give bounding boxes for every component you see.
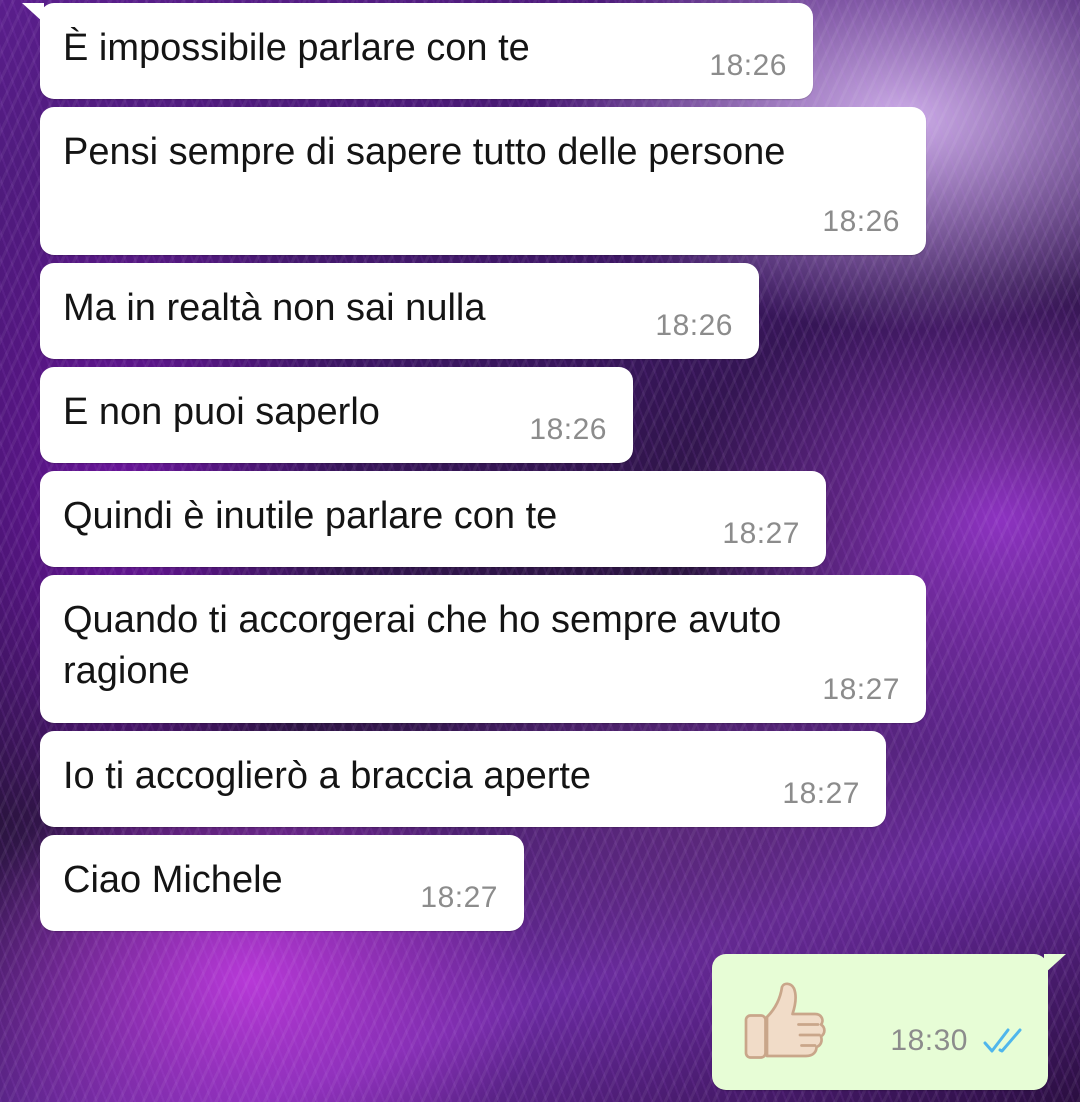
incoming-message[interactable]: Pensi sempre di sapere tutto delle perso…: [40, 107, 926, 255]
message-time: 18:26: [709, 49, 787, 82]
message-text: Pensi sempre di sapere tutto delle perso…: [63, 131, 786, 173]
message-time: 18:30: [890, 1024, 968, 1057]
incoming-message[interactable]: Quindi è inutile parlare con te 18:27: [40, 471, 826, 567]
message-time: 18:27: [420, 881, 498, 914]
message-time: 18:26: [655, 309, 733, 342]
outgoing-message[interactable]: 18:30: [712, 954, 1066, 1090]
incoming-message[interactable]: E non puoi saperlo 18:26: [40, 367, 633, 463]
thumbs-up-emoji: [744, 982, 826, 1059]
incoming-message[interactable]: Ma in realtà non sai nulla 18:26: [40, 263, 759, 359]
message-time: 18:27: [782, 777, 860, 810]
message-text: Quando ti accorgerai che ho sempre avuto…: [63, 599, 782, 692]
message-text: E non puoi saperlo: [63, 391, 380, 433]
message-text: Quindi è inutile parlare con te: [63, 495, 558, 537]
message-time: 18:26: [529, 413, 607, 446]
message-time: 18:27: [822, 673, 900, 706]
incoming-message[interactable]: Io ti accoglierò a braccia aperte 18:27: [40, 731, 886, 827]
double-check-read-icon: [983, 1028, 1022, 1053]
message-time: 18:26: [822, 205, 900, 238]
message-text: Io ti accoglierò a braccia aperte: [63, 755, 592, 797]
incoming-message[interactable]: È impossibile parlare con te 18:26: [22, 3, 813, 99]
incoming-message[interactable]: Quando ti accorgerai che ho sempre avuto…: [40, 575, 926, 723]
incoming-message[interactable]: Ciao Michele 18:27: [40, 835, 524, 931]
message-text: È impossibile parlare con te: [63, 27, 530, 69]
message-time: 18:27: [722, 517, 800, 550]
message-list[interactable]: È impossibile parlare con te 18:26 Pensi…: [0, 0, 1080, 1102]
message-text: Ma in realtà non sai nulla: [63, 287, 486, 329]
